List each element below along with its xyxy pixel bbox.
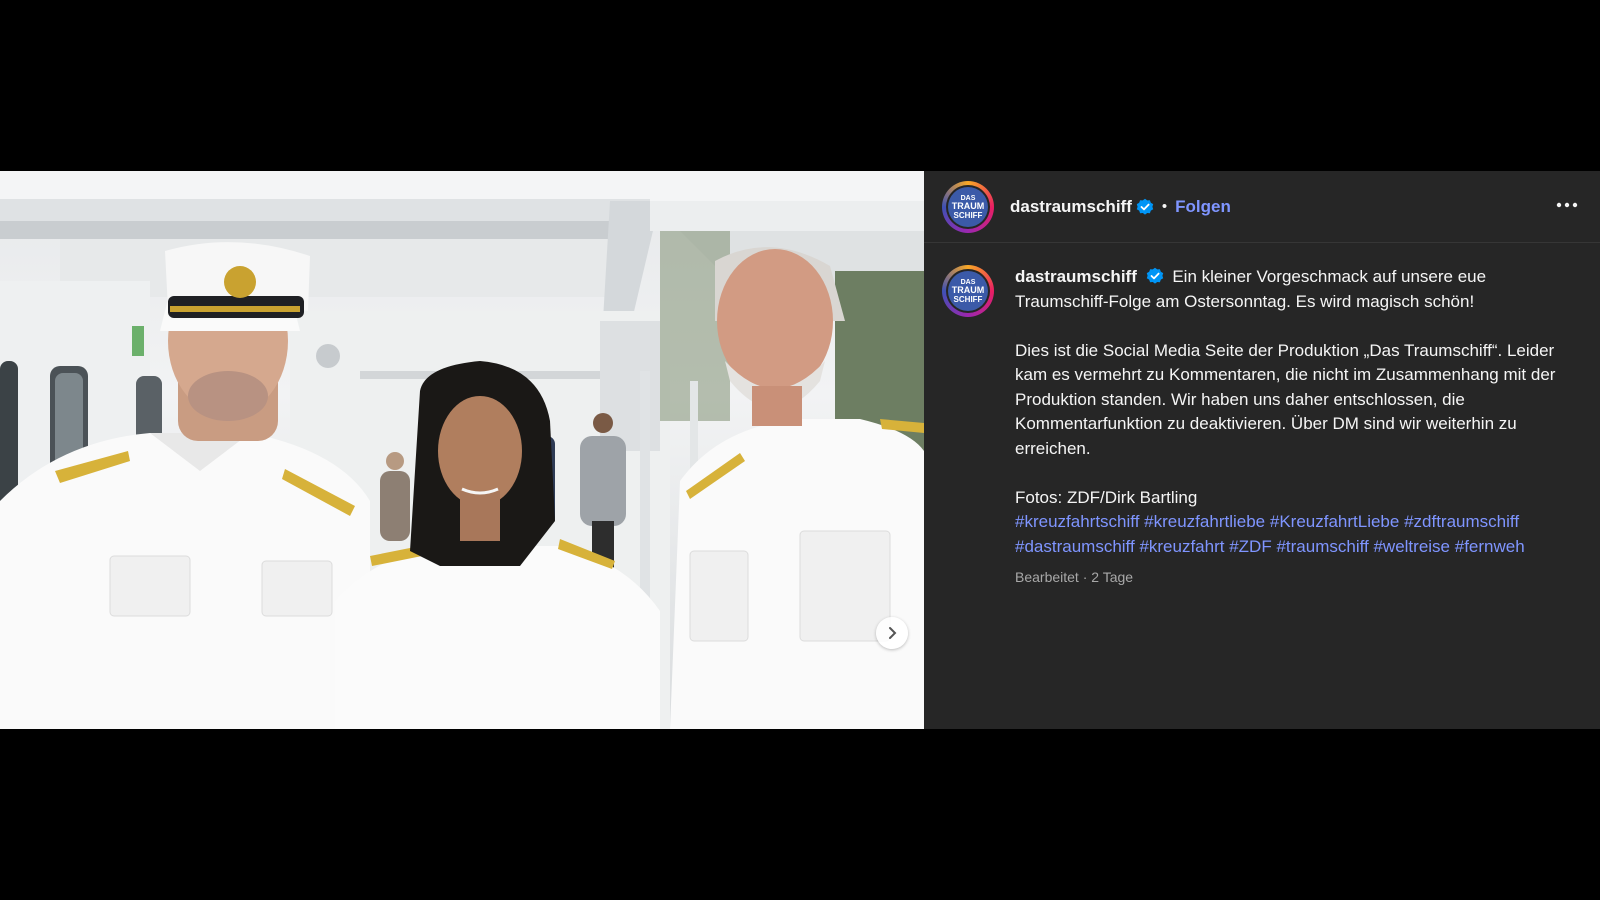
hashtag-link[interactable]: #kreuzfahrt	[1139, 537, 1224, 556]
svg-text:TRAUM: TRAUM	[952, 201, 985, 211]
hashtag-link[interactable]: #dastraumschiff	[1015, 537, 1135, 556]
post-age[interactable]: 2 Tage	[1091, 569, 1133, 585]
hashtag-link[interactable]: #weltreise	[1373, 537, 1450, 556]
header-username-link[interactable]: dastraumschiff	[1010, 197, 1132, 217]
caption-credits: Fotos: ZDF/Dirk Bartling	[1015, 487, 1198, 507]
svg-text:TRAUM: TRAUM	[952, 285, 985, 295]
caption-row: DAS TRAUM SCHIFF dastraumschiff Ein klei…	[924, 243, 1600, 590]
header-separator: •	[1161, 198, 1168, 215]
post-photo[interactable]	[0, 171, 924, 729]
traumschiff-logo: DAS TRAUM SCHIFF	[948, 271, 988, 311]
post-sidebar: DAS TRAUM SCHIFF dastraumschiff • Folgen	[924, 171, 1600, 729]
chevron-right-icon	[889, 627, 897, 639]
profile-avatar[interactable]: DAS TRAUM SCHIFF	[942, 180, 994, 233]
caption-intro: dastraumschiff Ein kleiner Vorgeschmack …	[1015, 265, 1575, 314]
svg-text:SCHIFF: SCHIFF	[954, 295, 983, 304]
avatar-ring-inner: DAS TRAUM SCHIFF	[946, 269, 990, 313]
caption-avatar[interactable]: DAS TRAUM SCHIFF	[942, 265, 994, 317]
hashtag-link[interactable]: #kreuzfahrtschiff	[1015, 512, 1139, 531]
more-options-icon[interactable]	[1554, 195, 1580, 215]
photo-scene	[0, 171, 924, 729]
hashtag-link[interactable]: #fernweh	[1455, 537, 1525, 556]
hashtag-link[interactable]: #ZDF	[1229, 537, 1272, 556]
caption-text-2: Dies ist die Social Media Seite der Prod…	[1015, 340, 1556, 458]
traumschiff-logo: DAS TRAUM SCHIFF	[948, 186, 988, 227]
instagram-post: DAS TRAUM SCHIFF dastraumschiff • Folgen	[0, 171, 1600, 729]
caption: dastraumschiff Ein kleiner Vorgeschmack …	[1015, 265, 1575, 590]
hashtag-link[interactable]: #traumschiff	[1276, 537, 1368, 556]
follow-button[interactable]: Folgen	[1175, 197, 1231, 217]
hashtag-link[interactable]: #zdftraumschiff	[1404, 512, 1519, 531]
verified-badge-icon	[1136, 198, 1154, 215]
post-header: DAS TRAUM SCHIFF dastraumschiff • Folgen	[924, 171, 1600, 243]
hashtag-link[interactable]: #kreuzfahrtliebe	[1144, 512, 1265, 531]
next-photo-button[interactable]	[876, 617, 908, 649]
avatar-ring-inner: DAS TRAUM SCHIFF	[946, 184, 990, 229]
svg-text:SCHIFF: SCHIFF	[954, 211, 983, 220]
hashtag-list: #kreuzfahrtschiff #kreuzfahrtliebe #Kreu…	[1015, 510, 1575, 559]
caption-username-link[interactable]: dastraumschiff	[1015, 267, 1137, 286]
post-meta: Bearbeitet · 2 Tage	[1015, 565, 1575, 590]
hashtag-link[interactable]: #KreuzfahrtLiebe	[1270, 512, 1399, 531]
verified-badge-icon	[1146, 267, 1163, 284]
edited-label: Bearbeitet	[1015, 569, 1079, 585]
meta-separator: ·	[1082, 569, 1088, 585]
